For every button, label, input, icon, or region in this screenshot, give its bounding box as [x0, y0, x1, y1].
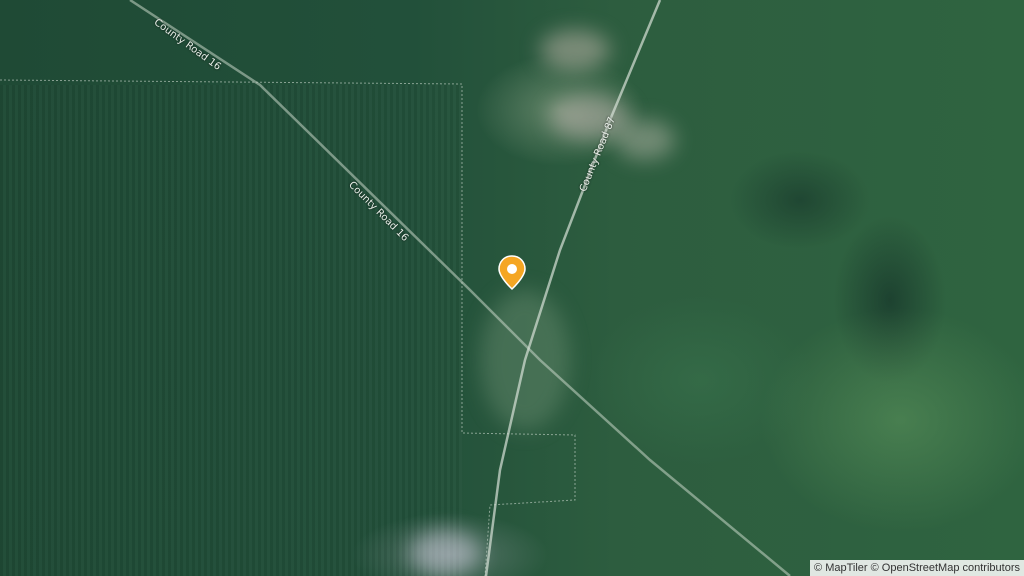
property-boundary — [0, 79, 576, 576]
road-county-road-16 — [129, 0, 791, 576]
location-pin-icon[interactable] — [497, 255, 527, 291]
map-attribution[interactable]: © MapTiler © OpenStreetMap contributors — [810, 560, 1024, 576]
satellite-map[interactable]: County Road 16 County Road 16 County Roa… — [0, 0, 1024, 576]
